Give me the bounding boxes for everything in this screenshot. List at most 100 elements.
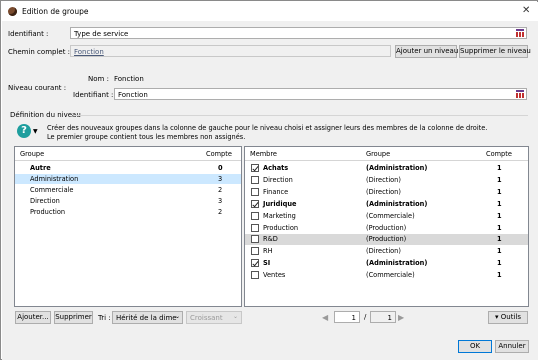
member-checkbox[interactable] [251,187,259,196]
member-group: (Direction) [366,175,401,184]
member-name: Finance [263,187,289,196]
member-row[interactable]: Finance (Direction) 1 [245,187,528,198]
member-checkbox[interactable] [251,235,259,244]
remove-group-button[interactable]: Supprimer [54,311,93,324]
member-group: (Direction) [366,247,401,256]
member-count: 1 [497,164,502,172]
member-checkbox[interactable] [251,259,259,268]
member-checkbox[interactable] [251,175,259,184]
member-row[interactable]: SI (Administration) 1 [245,258,528,269]
chevron-down-icon[interactable]: ▼ [33,128,38,135]
info-line-2: Le premier groupe contient tous les memb… [47,133,246,141]
member-name: Production [263,223,299,232]
sort-label: Tri : [98,314,111,322]
group-row[interactable]: Direction 3 [15,196,241,206]
member-group: (Commerciale) [366,211,415,220]
member-count: 1 [497,271,502,280]
nom-label: Nom : [88,75,109,83]
order-value: Croissant [190,314,223,322]
member-row[interactable]: R&D (Production) 1 [245,234,528,246]
member-row[interactable]: Juridique (Administration) 1 [245,199,528,210]
member-row[interactable]: Direction (Direction) 1 [245,175,528,186]
pick-icon[interactable] [516,29,524,37]
add-group-button[interactable]: Ajouter... [15,311,51,324]
divider [75,115,528,116]
member-group: (Administration) [366,199,428,208]
chevron-down-icon: ⌄ [233,313,239,320]
group-count: 0 [218,164,223,172]
chemin-label: Chemin complet : [8,48,71,56]
page-input[interactable]: 1 [334,311,360,323]
group-row[interactable]: Production 2 [15,207,241,217]
members-col-member[interactable]: Membre [250,150,277,160]
member-count: 1 [497,259,502,268]
group-row[interactable]: Commerciale 2 [15,185,241,195]
member-count: 1 [497,199,502,208]
member-count: 1 [497,247,502,256]
close-icon[interactable]: ✕ [522,5,530,16]
member-count: 1 [497,223,502,232]
pick-icon[interactable] [516,90,524,98]
groups-col-count[interactable]: Compte [206,150,232,160]
identifiant-label: Identifiant : [8,30,49,38]
info-line-1: Créer des nouveaux groupes dans la colon… [47,124,488,132]
member-count: 1 [497,211,502,220]
group-name: Direction [30,197,60,205]
member-group: (Direction) [366,187,401,196]
app-icon [8,7,17,16]
niveau-id-value: Fonction [118,91,148,99]
member-group: (Administration) [366,164,428,172]
niveau-id-field[interactable]: Fonction [114,88,527,100]
groups-col-group[interactable]: Groupe [20,150,44,160]
add-level-button[interactable]: Ajouter un niveau [395,45,458,58]
prev-page-icon[interactable]: ◀ [322,313,328,322]
group-name: Production [30,208,66,216]
remove-level-button[interactable]: Supprimer le niveau [459,45,531,58]
member-row[interactable]: Ventes (Commerciale) 1 [245,270,528,281]
member-checkbox[interactable] [251,223,259,232]
member-checkbox[interactable] [251,164,259,172]
member-row[interactable]: Achats (Administration) 1 [245,163,528,174]
members-col-group[interactable]: Groupe [366,150,390,160]
member-name: R&D [263,235,278,244]
group-row[interactable]: Autre 0 [15,163,241,173]
member-name: Direction [263,175,293,184]
page-separator: / [364,313,367,321]
member-group: (Production) [366,235,407,244]
next-page-icon[interactable]: ▶ [398,313,404,322]
member-checkbox[interactable] [251,211,259,220]
member-name: Marketing [263,211,296,220]
sort-select[interactable]: Hérité de la dime ⌄ [112,311,183,324]
help-icon[interactable]: ? [17,124,31,138]
title-bar: Edition de groupe ✕ [2,2,538,21]
header-divider [15,160,241,161]
group-name: Autre [30,164,51,172]
member-row[interactable]: Marketing (Commerciale) 1 [245,211,528,222]
group-row[interactable]: Administration 3 [15,174,241,184]
chemin-link[interactable]: Fonction [74,48,104,56]
header-divider [245,160,528,161]
group-count: 2 [218,208,223,216]
member-name: SI [263,259,271,268]
member-checkbox[interactable] [251,199,259,208]
window-title: Edition de groupe [22,7,89,16]
member-group: (Commerciale) [366,271,415,280]
member-row[interactable]: Production (Production) 1 [245,223,528,234]
ok-button[interactable]: OK [458,340,492,353]
cancel-button[interactable]: Annuler [495,340,529,353]
tools-button[interactable]: ▾ Outils [488,311,528,324]
group-name: Administration [30,175,79,183]
member-name: Achats [263,164,289,172]
niveau-id-label: Identifiant : [73,91,114,99]
chemin-field: Fonction [70,45,391,57]
member-row[interactable]: RH (Direction) 1 [245,246,528,257]
order-select: Croissant ⌄ [186,311,242,324]
identifiant-field[interactable]: Type de service [70,27,527,39]
chevron-down-icon: ⌄ [175,313,181,320]
niveau-label: Niveau courant : [8,84,67,92]
member-checkbox[interactable] [251,271,259,280]
member-group: (Administration) [366,259,428,268]
member-checkbox[interactable] [251,247,259,256]
members-col-count[interactable]: Compte [486,150,512,160]
member-group: (Production) [366,223,407,232]
